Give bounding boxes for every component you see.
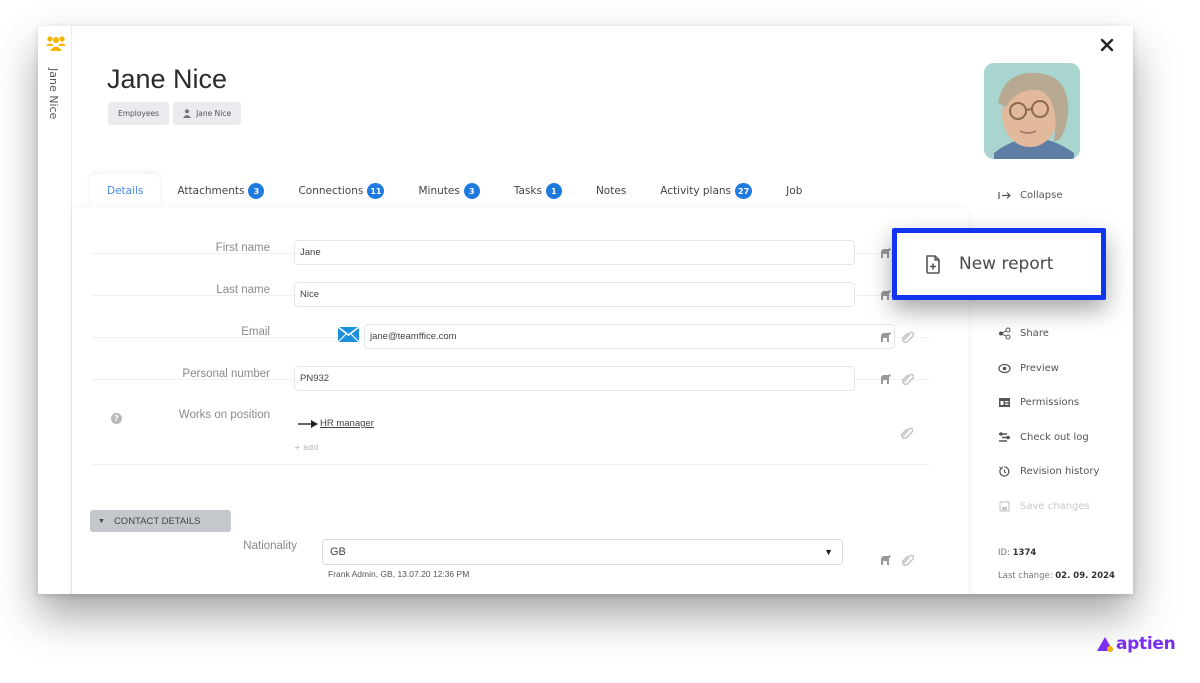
id-value: 1374 [1012,548,1037,558]
row-actions [900,426,913,439]
count-badge: 3 [248,183,265,199]
new-report-label: New report [959,254,1054,274]
action-label: Preview [1020,363,1059,374]
id-label: ID: [998,548,1010,558]
breadcrumb-jane-nice[interactable]: Jane Nice [173,102,242,125]
details-panel: First name Jane Last name Nice Email jan… [72,207,968,594]
field-label: Personal number [182,368,270,380]
arrow-right-icon [298,419,318,428]
breadcrumb-employees[interactable]: Employees [108,102,170,125]
field-label: Last name [216,284,270,296]
collapsed-sidebar-strip[interactable]: Jane Nice [38,26,72,594]
id-card-icon [999,398,1010,407]
tab-label: Details [107,185,144,197]
contact-details-toggle[interactable]: ▼ CONTACT DETAILS [90,510,231,532]
aptien-logo-icon [1097,636,1113,652]
last-change: Last change: 02. 09. 2024 [998,571,1115,581]
action-label: Revision history [1020,466,1100,477]
count-badge: 27 [735,183,753,199]
checkout-log-icon [999,432,1010,442]
profile-photo [984,63,1080,159]
tab-label: Job [786,185,803,197]
field-label: Works on position [178,409,270,421]
brand-logo: aptien [1097,634,1176,654]
action-share[interactable]: Share [998,327,1049,340]
action-save-changes[interactable]: Save changes [998,500,1090,513]
follow-icon[interactable] [880,553,893,566]
dropdown-caret-icon: ▼ [824,547,833,557]
tab-notes[interactable]: Notes [579,174,643,208]
last-change-value: 02. 09. 2024 [1055,571,1115,581]
tab-bar: Details Attachments 3 Connections 11 Minut… [90,172,819,208]
people-group-icon [46,36,66,51]
tab-label: Attachments [177,185,245,197]
brand-name: aptien [1116,634,1176,654]
action-label: Save changes [1020,501,1090,512]
new-report-icon [926,254,940,274]
page-title: Jane Nice [107,64,228,94]
nationality-select[interactable]: GB ▼ [322,539,843,565]
works-on-position-row: ? Works on position HR manager + add [92,380,930,465]
tab-label: Connections [298,185,364,197]
action-preview[interactable]: Preview [998,362,1059,375]
selected-value: GB [330,546,346,558]
action-label: Permissions [1020,397,1080,408]
tab-job[interactable]: Job [769,174,819,208]
tab-label: Notes [595,185,627,197]
tab-label: Minutes [418,185,460,197]
change-note: Frank Admin, GB, 13.07.20 12:36 PM [328,569,470,579]
last-name-row: Last name Nice [92,254,930,307]
action-permissions[interactable]: Permissions [998,396,1079,409]
tab-attachments[interactable]: Attachments 3 [160,174,281,208]
person-icon [183,109,192,118]
last-change-label: Last change: [998,571,1053,581]
tab-label: Tasks [513,185,542,197]
close-icon[interactable] [1098,36,1116,54]
share-icon [999,327,1011,340]
position-link[interactable]: HR manager [298,418,374,429]
action-label: Share [1020,328,1049,339]
strip-title: Jane Nice [47,68,60,120]
row-actions [880,553,914,566]
email-row: Email jane@teamffice.com [92,296,930,349]
tab-activity-plans[interactable]: Activity plans 27 [643,174,769,208]
breadcrumb-label: Employees [118,109,160,118]
collapse-arrow-icon [998,192,1011,199]
personal-number-row: Personal number PN932 [92,338,930,391]
record-window: Jane Nice Jane Nice Employees Jane Nice … [38,26,1133,594]
caret-down-icon: ▼ [98,517,105,525]
breadcrumb: Employees Jane Nice [108,102,242,125]
tab-label: Activity plans [660,185,732,197]
breadcrumb-label: Jane Nice [196,109,232,118]
tab-tasks[interactable]: Tasks 1 [497,174,579,208]
section-title: CONTACT DETAILS [113,515,201,527]
action-collapse[interactable]: Collapse [998,189,1063,202]
history-icon [999,466,1010,477]
tab-details[interactable]: Details [90,174,161,208]
count-badge: 11 [367,183,385,199]
new-report-button[interactable]: New report [892,228,1106,300]
eye-icon [998,363,1011,374]
field-label: Nationality [243,540,297,552]
field-label: Email [241,326,270,338]
count-badge: 3 [463,183,480,199]
field-label: First name [215,242,270,254]
save-icon [999,501,1010,512]
action-check-out-log[interactable]: Check out log [998,431,1089,444]
first-name-row: First name Jane [92,207,930,265]
add-position-link[interactable]: + add [294,443,318,452]
avatar[interactable] [984,63,1080,159]
hr-manager-link[interactable]: HR manager [320,418,374,429]
paperclip-icon[interactable] [901,553,914,566]
action-label: Check out log [1020,432,1089,443]
record-id: ID: 1374 [998,548,1036,558]
count-badge: 1 [545,183,562,199]
paperclip-icon[interactable] [900,426,913,439]
tab-minutes[interactable]: Minutes 3 [401,174,496,208]
action-label: Collapse [1020,190,1063,201]
action-revision-history[interactable]: Revision history [998,465,1099,478]
tab-connections[interactable]: Connections 11 [281,174,401,208]
